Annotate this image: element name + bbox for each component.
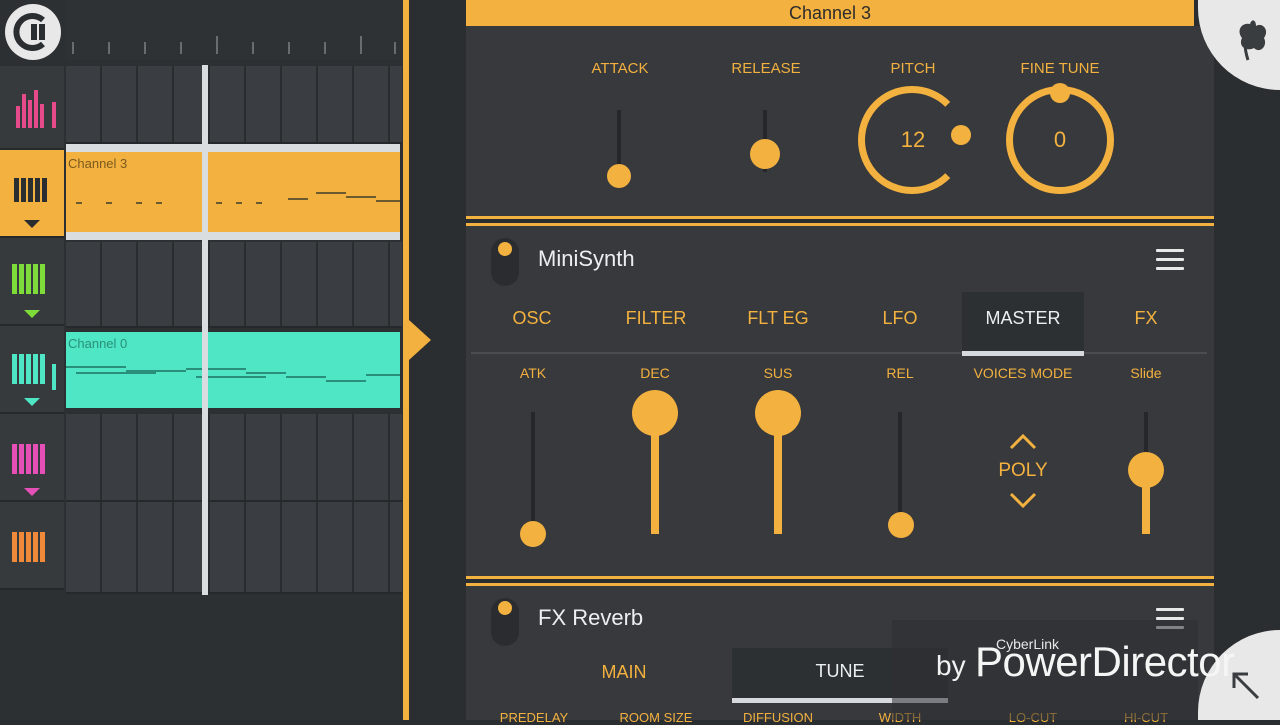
param-predelay: PREDELAY	[499, 710, 569, 725]
track-icon-green[interactable]	[0, 238, 64, 326]
fruit-logo-icon	[1239, 20, 1267, 61]
tab-fx[interactable]: FX	[1085, 300, 1207, 356]
attack-label: ATTACK	[591, 60, 649, 77]
fl-studio-badge[interactable]	[1198, 0, 1280, 90]
release-label: RELEASE	[731, 60, 801, 77]
track-row[interactable]	[66, 66, 402, 144]
pitch-knob-handle[interactable]	[951, 125, 971, 145]
app-menu-button[interactable]	[5, 4, 61, 60]
fine-tune-value: 0	[1053, 127, 1067, 152]
tab-master[interactable]: MASTER	[962, 292, 1084, 354]
panel-divider[interactable]	[403, 0, 409, 720]
track-icon-orange[interactable]	[0, 502, 64, 590]
fine-tune-knob-handle[interactable]	[1050, 83, 1070, 103]
tab-flt-eg[interactable]: FLT EG	[717, 300, 839, 356]
track-icon-channel-3[interactable]	[0, 150, 64, 238]
piano-keys-icon	[12, 176, 48, 228]
atk-slider-handle[interactable]	[520, 521, 546, 547]
app-logo-icon	[13, 13, 45, 51]
tab-filter[interactable]: FILTER	[595, 300, 717, 356]
param-diffusion: DIFFUSION	[742, 710, 814, 725]
track-row[interactable]	[66, 242, 402, 328]
divider-arrow	[409, 320, 431, 360]
clip-border-top	[66, 144, 400, 152]
watermark-by: by	[936, 650, 966, 681]
power-indicator	[498, 242, 512, 256]
dec-label: DEC	[640, 365, 670, 381]
fine-tune-label: FINE TUNE	[1020, 60, 1100, 77]
section-separator	[466, 216, 1214, 226]
dec-slider-handle[interactable]	[632, 390, 678, 436]
section-separator	[466, 576, 1214, 586]
rel-slider-handle[interactable]	[888, 512, 914, 538]
watermark-brand: PowerDirector	[975, 638, 1235, 685]
tab-bar-line	[471, 352, 1207, 354]
fx-reverb-title: FX Reverb	[538, 605, 644, 630]
timeline-ruler[interactable]	[66, 0, 402, 60]
pitch-value: 12	[900, 127, 926, 152]
minisynth-menu-icon[interactable]	[1156, 249, 1184, 271]
tab-lfo[interactable]: LFO	[839, 300, 961, 356]
param-room-size: ROOM SIZE	[619, 710, 693, 725]
rel-label: REL	[886, 365, 914, 381]
playhead[interactable]	[202, 65, 208, 595]
clip-label: Channel 3	[68, 156, 128, 171]
sus-label: SUS	[763, 365, 793, 381]
clip-channel-0[interactable]: Channel 0	[66, 332, 400, 408]
slide-label: Slide	[1130, 365, 1162, 381]
track-row[interactable]	[66, 502, 402, 594]
attack-slider-handle[interactable]	[607, 164, 631, 188]
clip-label: Channel 0	[68, 336, 128, 351]
voices-mode-label: VOICES MODE	[973, 365, 1073, 381]
active-tab-indicator	[962, 351, 1084, 356]
minisynth-title: MiniSynth	[538, 246, 635, 271]
drum-pattern-icon	[16, 90, 56, 128]
track-icon-channel-0[interactable]	[0, 326, 64, 414]
atk-slider-track[interactable]	[531, 412, 535, 530]
power-indicator	[498, 601, 512, 615]
piano-keys-icon	[12, 532, 45, 562]
clip-border-bottom	[66, 232, 400, 240]
piano-keys-icon	[12, 264, 45, 318]
piano-keys-icon	[12, 354, 56, 406]
channel-title-bar[interactable]: Channel 3	[466, 0, 1194, 26]
track-icon-magenta[interactable]	[0, 414, 64, 502]
chevron-up-icon[interactable]	[1008, 432, 1038, 452]
track-icon-drums[interactable]	[0, 66, 64, 150]
track-row[interactable]	[66, 414, 402, 502]
sus-slider-handle[interactable]	[755, 390, 801, 436]
pitch-label: PITCH	[890, 60, 936, 77]
atk-label: ATK	[519, 365, 547, 381]
piano-keys-icon	[12, 444, 45, 496]
voices-mode-value: POLY	[998, 460, 1048, 481]
tab-osc[interactable]: OSC	[471, 300, 593, 356]
slide-slider-handle[interactable]	[1128, 452, 1164, 488]
attack-slider-track[interactable]	[617, 110, 621, 172]
chevron-down-icon[interactable]	[1008, 490, 1038, 510]
release-slider-handle[interactable]	[750, 139, 780, 169]
tab-main[interactable]: MAIN	[564, 654, 684, 710]
clip-channel-3[interactable]: Channel 3	[66, 152, 400, 232]
